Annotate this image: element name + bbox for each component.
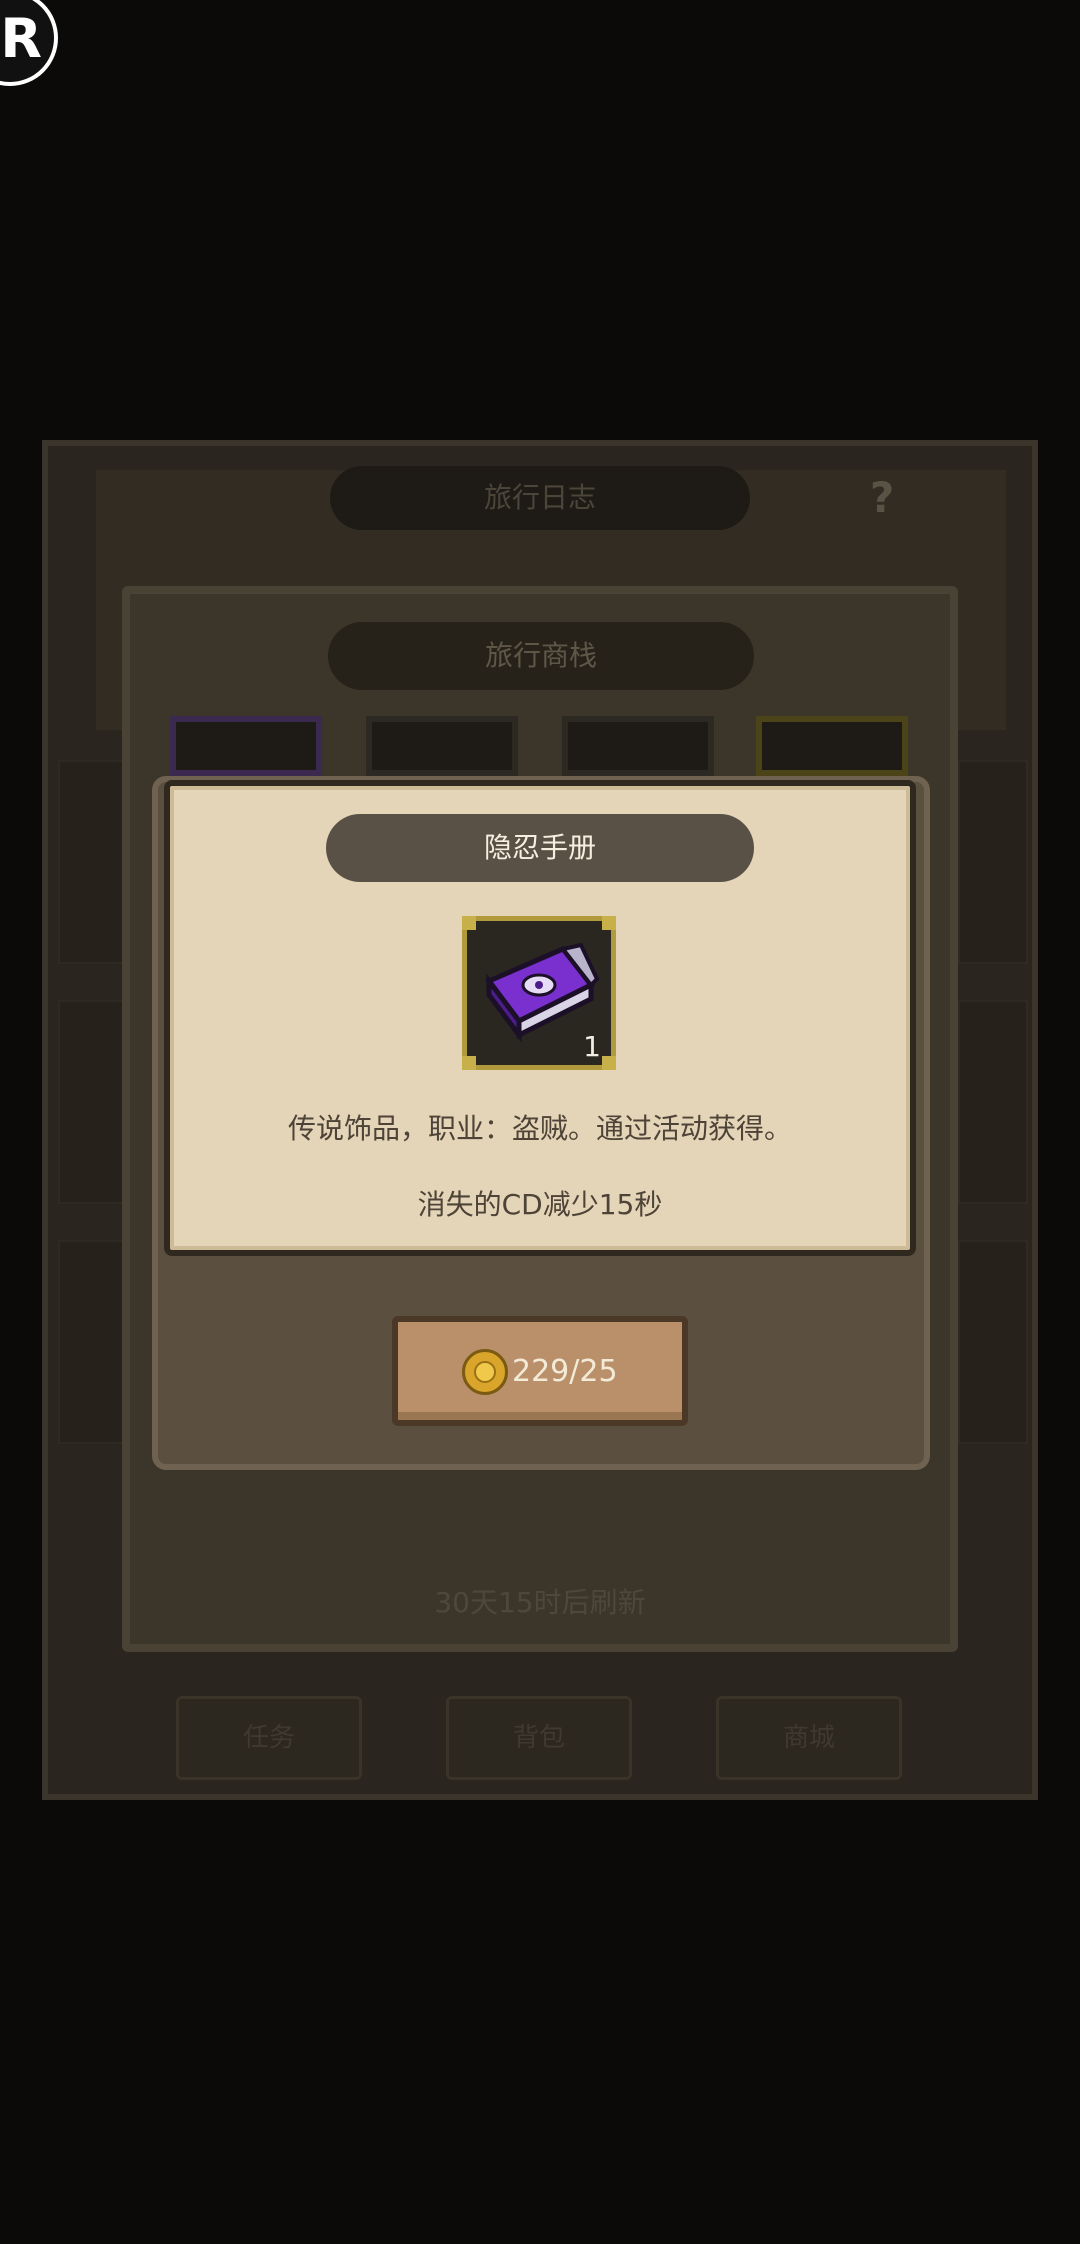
gold-coin-icon bbox=[462, 1349, 508, 1395]
shop-slot-2[interactable] bbox=[366, 716, 518, 776]
journal-row-left-3 bbox=[58, 1240, 132, 1444]
recording-badge: R bbox=[0, 0, 58, 86]
help-icon[interactable]: ? bbox=[846, 462, 918, 534]
item-effect: 消失的CD减少15秒 bbox=[417, 1188, 663, 1221]
price-label: 229/25 bbox=[512, 1354, 618, 1389]
item-icon-frame: 1 bbox=[462, 916, 616, 1070]
journal-row-left-2 bbox=[58, 1000, 132, 1204]
item-count: 1 bbox=[583, 1030, 601, 1063]
tab-backpack[interactable]: 背包 bbox=[446, 1696, 632, 1780]
journal-row-right-3 bbox=[958, 1240, 1028, 1444]
shop-slot-3[interactable] bbox=[562, 716, 714, 776]
journal-row-right-1 bbox=[958, 760, 1028, 964]
refresh-timer: 30天15时后刷新 bbox=[434, 1586, 646, 1619]
journal-title: 旅行日志 bbox=[330, 466, 750, 530]
shop-slot-1[interactable] bbox=[170, 716, 322, 776]
journal-row-right-2 bbox=[958, 1000, 1028, 1204]
shop-slot-4[interactable] bbox=[756, 716, 908, 776]
tab-task[interactable]: 任务 bbox=[176, 1696, 362, 1780]
inn-title: 旅行商栈 bbox=[328, 622, 754, 690]
journal-row-left-1 bbox=[58, 760, 132, 964]
item-name: 隐忍手册 bbox=[326, 814, 754, 882]
item-description: 传说饰品，职业：盗贼。通过活动获得。 bbox=[287, 1112, 792, 1145]
tab-store[interactable]: 商城 bbox=[716, 1696, 902, 1780]
